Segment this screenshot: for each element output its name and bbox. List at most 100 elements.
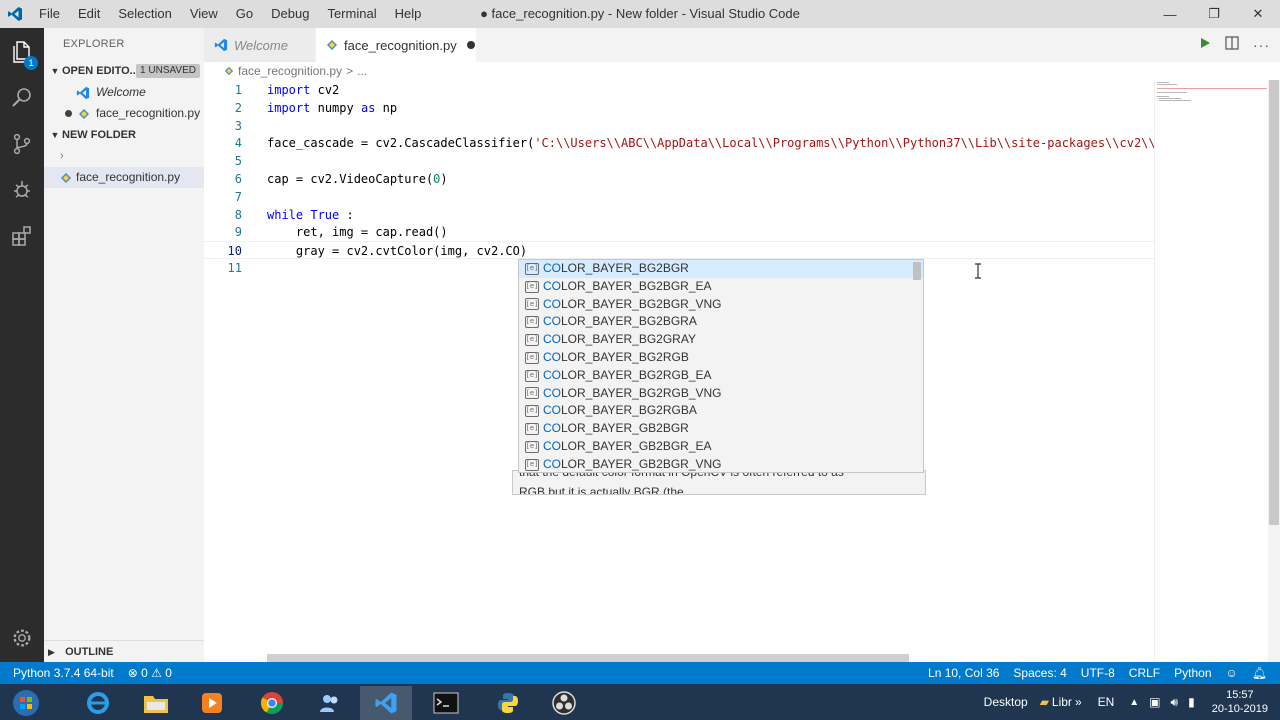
split-editor-icon[interactable] [1225, 35, 1239, 55]
desktop-toolbar[interactable]: Desktop [978, 695, 1034, 709]
outline-header[interactable]: ▶ OUTLINE [44, 640, 204, 662]
suggestion-item[interactable]: [e] COLOR_BAYER_BG2RGB [519, 349, 923, 367]
power-icon[interactable]: ▮ [1183, 695, 1200, 709]
line-number: 4 [234, 136, 242, 151]
vscode-file-icon [214, 38, 228, 52]
code-line[interactable]: 8 while True : [204, 206, 1154, 224]
python-taskbar-icon[interactable] [482, 686, 534, 720]
suggestion-item[interactable]: [e] COLOR_BAYER_BG2BGR [519, 260, 923, 278]
suggestion-item[interactable]: [e] COLOR_BAYER_BG2RGB_VNG [519, 385, 923, 403]
new-folder-header[interactable]: ▼ NEW FOLDER [44, 124, 204, 146]
menu-debug[interactable]: Debug [262, 0, 318, 28]
suggestion-label: COLOR_BAYER_BG2GRAY [543, 332, 696, 347]
cursor-position[interactable]: Ln 10, Col 36 [921, 662, 1006, 684]
scrollbar-thumb[interactable] [1269, 80, 1279, 525]
obs-icon[interactable] [538, 686, 590, 720]
chrome-icon[interactable] [246, 686, 298, 720]
code-token: while [267, 207, 304, 222]
volume-icon[interactable]: 🔊︎ [1166, 695, 1184, 710]
libraries-label: Libr [1051, 695, 1072, 709]
suggestion-item[interactable]: [e] COLOR_BAYER_BG2RGBA [519, 402, 923, 420]
minimize-button[interactable]: — [1148, 0, 1192, 28]
end-of-line[interactable]: CRLF [1122, 662, 1167, 684]
file-face-recognition[interactable]: face_recognition.py [44, 167, 204, 188]
search-icon[interactable] [0, 76, 44, 120]
code-line[interactable]: 3 [204, 117, 1154, 135]
open-editor-welcome[interactable]: Welcome [44, 82, 204, 103]
source-control-icon[interactable] [0, 122, 44, 166]
debug-icon[interactable] [0, 168, 44, 212]
suggestion-scrollbar[interactable] [913, 262, 921, 280]
tab-welcome[interactable]: Welcome [204, 28, 316, 62]
suggestion-item[interactable]: [e] COLOR_BAYER_BG2RGB_EA [519, 367, 923, 385]
start-button-icon[interactable] [0, 686, 52, 720]
command-prompt-icon[interactable] [420, 686, 472, 720]
menu-edit[interactable]: Edit [69, 0, 109, 28]
code-line[interactable]: 2 import numpy as np [204, 99, 1154, 117]
clock[interactable]: 15:57 20-10-2019 [1200, 688, 1280, 716]
feedback-smiley-icon[interactable]: ☺ [1219, 662, 1245, 684]
minimap[interactable] [1154, 80, 1268, 662]
code-token: numpy [317, 100, 361, 115]
menu-selection[interactable]: Selection [109, 0, 180, 28]
code-line[interactable]: 1 import cv2 [204, 81, 1154, 99]
extensions-icon[interactable] [0, 214, 44, 258]
code-line[interactable]: 9 ret, img = cap.read() [204, 223, 1154, 241]
outline-label: OUTLINE [65, 646, 114, 658]
people-app-icon[interactable] [304, 686, 356, 720]
restore-button[interactable]: ❐ [1192, 0, 1236, 28]
libraries-toolbar[interactable]: ▰ Libr » [1034, 695, 1088, 709]
notifications-bell-icon[interactable]: 🔔︎ [1245, 662, 1274, 684]
suggestion-item[interactable]: [e] COLOR_BAYER_BG2BGRA [519, 313, 923, 331]
line-number: 3 [234, 118, 242, 133]
suggestion-item[interactable]: [e] COLOR_BAYER_GB2BGR [519, 420, 923, 438]
python-interpreter[interactable]: Python 3.7.4 64-bit [0, 662, 121, 684]
tray-expand-icon[interactable]: ▲ [1124, 697, 1144, 708]
internet-explorer-icon[interactable] [72, 686, 124, 720]
indentation[interactable]: Spaces: 4 [1006, 662, 1073, 684]
open-editors-header[interactable]: ▼ OPEN EDITO... 1 UNSAVED [44, 60, 204, 82]
encoding[interactable]: UTF-8 [1074, 662, 1122, 684]
open-editor-face-recognition[interactable]: face_recognition.py [44, 103, 204, 124]
menu-go[interactable]: Go [227, 0, 262, 28]
menu-help[interactable]: Help [386, 0, 431, 28]
tab-face-recognition[interactable]: face_recognition.py [316, 28, 476, 62]
suggestion-item[interactable]: [e] COLOR_BAYER_GB2BGR_EA [519, 438, 923, 456]
variable-symbol-icon: [e] [525, 298, 539, 311]
files-icon[interactable]: 1 [0, 30, 44, 74]
code-line[interactable]: 4 face_cascade = cv2.CascadeClassifier('C… [204, 134, 1154, 152]
code-line[interactable]: 7 [204, 188, 1154, 206]
minimap-line [1159, 100, 1191, 101]
menu-file[interactable]: File [30, 0, 69, 28]
menu-terminal[interactable]: Terminal [318, 0, 385, 28]
code-line[interactable]: 6 cap = cv2.VideoCapture(0) [204, 170, 1154, 188]
breadcrumb-symbols[interactable]: ... [357, 64, 367, 78]
code-line[interactable]: 5 [204, 152, 1154, 170]
unsaved-dot-icon[interactable] [466, 41, 475, 49]
suggestion-item[interactable]: [e] COLOR_BAYER_BG2BGR_VNG [519, 296, 923, 314]
settings-gear-icon[interactable] [0, 616, 44, 660]
problems-indicator[interactable]: ⊗ 0 ⚠ 0 [121, 662, 179, 684]
breadcrumb-file[interactable]: face_recognition.py [238, 64, 342, 78]
suggestion-item[interactable]: [e] COLOR_BAYER_BG2BGR_EA [519, 278, 923, 296]
horizontal-scrollbar[interactable] [267, 654, 909, 662]
run-icon[interactable] [1199, 36, 1211, 54]
language-indicator[interactable]: EN [1088, 695, 1125, 709]
folder-collapsed-item[interactable]: › [44, 146, 204, 167]
language-mode[interactable]: Python [1167, 662, 1218, 684]
menu-bar: File Edit Selection View Go Debug Termin… [30, 0, 430, 28]
close-button[interactable]: ✕ [1236, 0, 1280, 28]
media-player-icon[interactable] [186, 686, 238, 720]
vscode-taskbar-icon[interactable] [360, 686, 412, 720]
suggestion-item[interactable]: [e] COLOR_BAYER_GB2BGR_VNG [519, 456, 923, 472]
suggestion-widget[interactable]: [e] COLOR_BAYER_BG2BGR [e] COLOR_BAYER_BG2B… [518, 259, 924, 473]
more-actions-icon[interactable]: ··· [1253, 37, 1270, 53]
suggestion-item[interactable]: [e] COLOR_BAYER_BG2GRAY [519, 331, 923, 349]
network-icon[interactable]: ▣ [1144, 695, 1165, 709]
file-explorer-icon[interactable] [130, 686, 182, 720]
open-editor-label: face_recognition.py [96, 106, 201, 120]
vertical-scrollbar[interactable] [1268, 80, 1280, 662]
menu-view[interactable]: View [181, 0, 227, 28]
suggestion-label: COLOR_BAYER_BG2RGB [543, 349, 689, 364]
code-line[interactable]: 10 gray = cv2.cvtColor(img, cv2.CO) [204, 241, 1154, 260]
